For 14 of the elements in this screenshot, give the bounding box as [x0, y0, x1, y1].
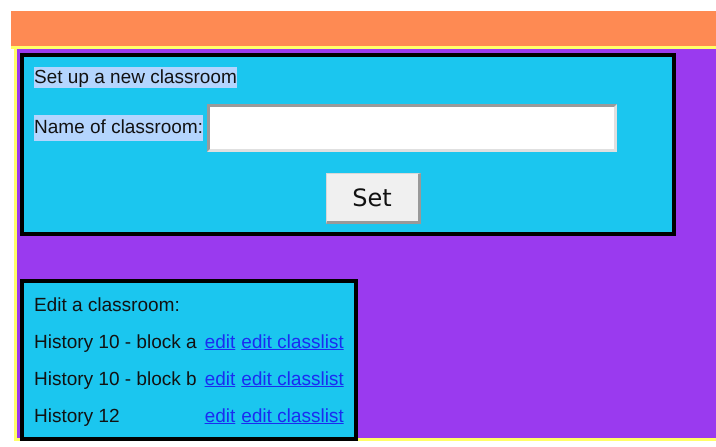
set-button[interactable]: Set: [326, 173, 420, 224]
edit-link[interactable]: edit classlist: [241, 324, 344, 361]
edit-link[interactable]: edit: [204, 398, 236, 435]
classroom-name: History 10 - block b: [34, 368, 197, 392]
edit-link[interactable]: edit: [204, 324, 236, 361]
section-title: Set up a new classroom: [34, 67, 237, 88]
classroom-name: History 12: [34, 405, 121, 429]
edit-link[interactable]: edit: [204, 361, 236, 398]
edit-link[interactable]: edit classlist: [241, 361, 344, 398]
field-label: Name of classroom:: [34, 115, 203, 141]
section-title: Edit a classroom:: [34, 294, 181, 318]
classroom-name: History 10 - block a: [34, 331, 197, 355]
edit-link[interactable]: edit classlist: [241, 398, 344, 435]
classroom-name-field[interactable]: [206, 104, 617, 152]
